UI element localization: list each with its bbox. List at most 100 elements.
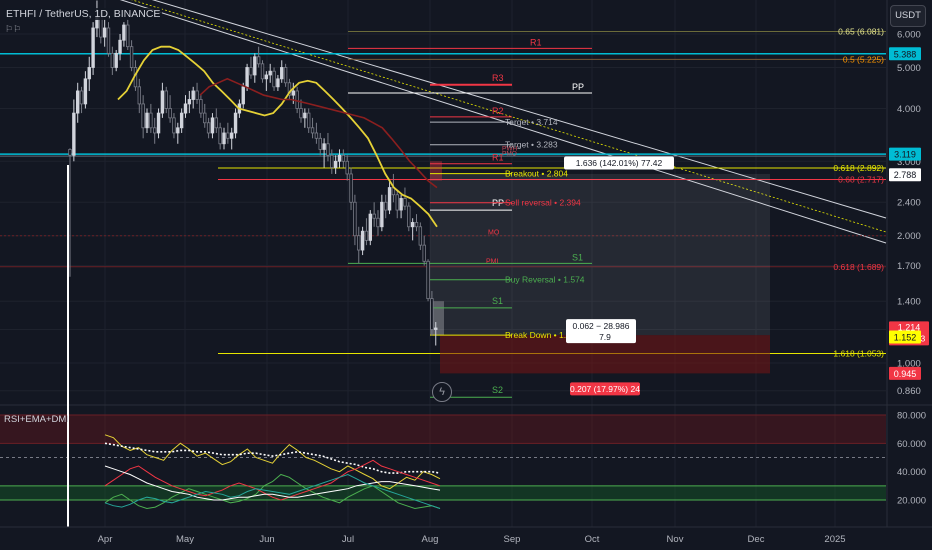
candle-body xyxy=(129,46,134,68)
candle-body xyxy=(114,52,118,68)
candle-body xyxy=(410,222,415,228)
buy-reversal-label: Buy Reversal • 1.574 xyxy=(505,275,585,285)
currency-button[interactable]: USDT xyxy=(890,5,926,27)
pivot-r1-top-label: R1 xyxy=(530,37,542,47)
lightning-icon[interactable]: ϟ xyxy=(432,382,452,402)
candle-body xyxy=(349,173,353,203)
candle-body xyxy=(326,143,330,156)
candle-body xyxy=(214,117,218,129)
price-chart[interactable]: 6.0005.0004.0003.0002.4002.0001.7001.400… xyxy=(0,0,932,550)
target1-label: Target • 3.714 xyxy=(505,117,558,127)
candle-body xyxy=(149,112,153,129)
x-tick-label: Sep xyxy=(504,534,521,545)
y-tick-label: 4.000 xyxy=(897,104,921,115)
candle-body xyxy=(87,67,91,80)
pivot-r2-label: R2 xyxy=(492,106,504,116)
y-tick-label: 2.000 xyxy=(897,231,921,242)
symbol-title: ETHFI / TetherUS, 1D, BINANCE xyxy=(4,8,163,20)
candle-body xyxy=(199,99,203,114)
candle-body xyxy=(299,108,303,119)
indicator-label[interactable]: RSI+EMA+DMI xyxy=(4,414,69,425)
candle-body xyxy=(353,201,357,237)
candle-body xyxy=(156,112,161,134)
candle-body xyxy=(256,56,261,65)
candle-body xyxy=(102,27,107,38)
fib-068-label: 0.68 (2.717) xyxy=(838,174,884,184)
candle-body xyxy=(422,244,426,262)
candle-body xyxy=(376,217,380,228)
candle-body xyxy=(206,122,211,134)
rsi-tick-label: 60.000 xyxy=(897,439,926,450)
price-tag-cyan-mid: 3.119 xyxy=(894,150,916,160)
candle-body xyxy=(160,90,165,114)
candle-body xyxy=(218,127,222,145)
candle-body xyxy=(241,86,245,105)
candle-body xyxy=(414,222,419,228)
candle-body xyxy=(164,90,168,109)
candle-body xyxy=(118,39,122,54)
candle-body xyxy=(141,103,145,129)
candle-body xyxy=(372,213,376,219)
candle-body xyxy=(310,127,315,134)
candle-body xyxy=(418,226,423,246)
fib-0618-top-label: 0.618 (2.892) xyxy=(833,163,884,173)
candle-body xyxy=(306,112,311,129)
measure-down-label: 0.207 (17.97%) 24 xyxy=(570,384,640,394)
pivot-s2-label: S2 xyxy=(492,385,503,395)
candle-body xyxy=(272,70,276,88)
price-tag-red: 0.945 xyxy=(894,369,917,379)
candle-body xyxy=(341,154,346,162)
rsi-overbought-zone xyxy=(0,414,886,444)
measure-up-label: 1.636 (142.01%) 77.42 xyxy=(576,158,663,168)
y-tick-label: 1.400 xyxy=(897,297,921,308)
candle-body xyxy=(318,137,322,150)
candle-body xyxy=(152,127,157,134)
candle-body xyxy=(106,27,111,54)
candle-body xyxy=(303,112,307,119)
pivot-pmo-label: PMO xyxy=(502,150,517,157)
measure-small-label2: 7.9 xyxy=(599,332,611,342)
candle-body xyxy=(395,194,399,211)
pivot-pml-label: PML xyxy=(486,259,501,266)
breakout-label: Breakout • 2.804 xyxy=(505,169,568,179)
pivot-pp-top-label: PP xyxy=(572,82,584,92)
rsi-tick-label: 40.000 xyxy=(897,467,926,478)
candle-body xyxy=(280,67,284,80)
y-tick-label: 6.000 xyxy=(897,30,921,41)
candle-body xyxy=(337,154,342,162)
candle-body xyxy=(83,78,88,105)
y-tick-label: 0.860 xyxy=(897,386,921,397)
candle-body xyxy=(168,108,172,119)
candle-body xyxy=(345,160,349,175)
candle-body xyxy=(268,70,272,76)
price-tag-cyan-top: 5.388 xyxy=(894,49,917,59)
candle-body xyxy=(364,230,369,241)
x-tick-label: Oct xyxy=(585,534,600,545)
candle-body xyxy=(249,67,253,76)
candle-body xyxy=(179,112,184,129)
x-tick-label: Dec xyxy=(748,534,765,545)
rsi-oversold-zone xyxy=(0,485,886,500)
candle-body xyxy=(403,198,407,207)
candle-body xyxy=(191,90,195,100)
candle-body xyxy=(110,52,115,68)
sell-reversal-label: Sell reversal • 2.394 xyxy=(505,198,581,208)
candle-body xyxy=(229,132,234,139)
candle-body xyxy=(210,117,215,134)
pivot-s1-a-label: S1 xyxy=(572,252,583,262)
fib-1618-label: 1.618 (1.053) xyxy=(833,349,884,359)
candle-body xyxy=(295,90,299,109)
rsi-tick-label: 20.000 xyxy=(897,496,926,507)
candle-body xyxy=(276,78,280,88)
measure-small-label: 0.062 − 28.986 xyxy=(573,321,630,331)
candle-body xyxy=(380,201,384,228)
candle-body xyxy=(430,298,434,330)
candle-body xyxy=(253,56,257,76)
x-tick-label: Nov xyxy=(667,534,684,545)
candle-body xyxy=(126,24,130,48)
candle-body xyxy=(357,235,361,251)
pivot-r3-label: R3 xyxy=(492,73,504,83)
candle-body xyxy=(79,90,84,105)
x-tick-label: Aug xyxy=(422,534,439,545)
flag-icon[interactable]: ⚐⚐ xyxy=(5,24,21,35)
